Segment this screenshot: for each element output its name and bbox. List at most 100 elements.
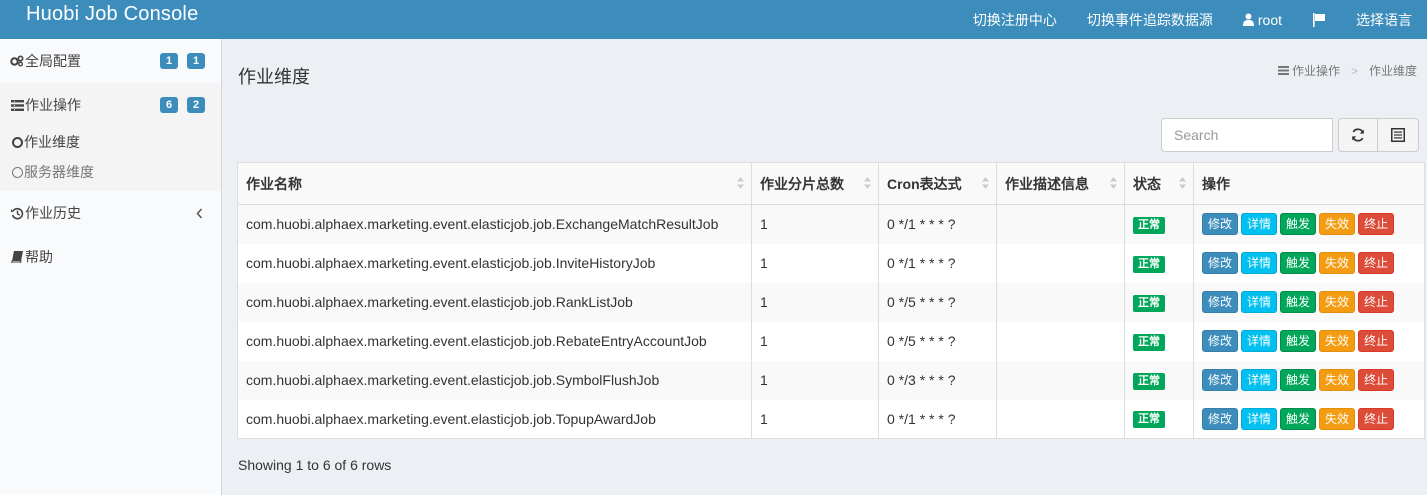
disable-button[interactable]: 失效 [1319, 252, 1356, 274]
column-header-job-name[interactable]: 作业名称 [237, 162, 752, 205]
shutdown-button[interactable]: 终止 [1358, 369, 1395, 391]
cron-cell: 0 */1 * * * ? [878, 204, 997, 244]
trigger-button[interactable]: 触发 [1280, 291, 1317, 313]
badge-group: 6 2 [160, 97, 205, 113]
detail-button[interactable]: 详情 [1241, 213, 1278, 236]
detail-button[interactable]: 详情 [1241, 291, 1278, 313]
status-badge: 正常 [1133, 372, 1165, 390]
trigger-button[interactable]: 触发 [1280, 213, 1317, 236]
edit-button[interactable]: 修改 [1202, 407, 1239, 430]
switch-datasource-link[interactable]: 切换事件追踪数据源 [1072, 10, 1228, 30]
refresh-button[interactable] [1338, 118, 1378, 152]
shutdown-button[interactable]: 终止 [1358, 252, 1395, 274]
disable-button[interactable]: 失效 [1319, 369, 1356, 391]
shard-total-cell: 1 [751, 399, 879, 439]
switch-registry-link[interactable]: 切换注册中心 [958, 10, 1072, 30]
status-badge: 正常 [1133, 411, 1165, 429]
top-navbar: Huobi Job Console 切换注册中心 切换事件追踪数据源 root … [0, 0, 1427, 39]
cron-cell: 0 */5 * * * ? [878, 282, 997, 322]
flag-link[interactable] [1297, 12, 1341, 27]
sort-icon [737, 177, 744, 189]
trigger-button[interactable]: 触发 [1280, 369, 1317, 391]
shutdown-button[interactable]: 终止 [1358, 330, 1395, 352]
trigger-button[interactable]: 触发 [1280, 330, 1317, 352]
breadcrumb: 作业操作 > 作业维度 [1277, 62, 1417, 79]
shutdown-button[interactable]: 终止 [1358, 407, 1395, 430]
pagination-info: Showing 1 to 6 of 6 rows [238, 457, 392, 473]
breadcrumb-separator: > [1350, 63, 1358, 78]
edit-button[interactable]: 修改 [1202, 213, 1239, 236]
sidebar-item-label: 作业维度 [24, 134, 80, 150]
status-cell: 正常 [1124, 360, 1194, 400]
detail-button[interactable]: 详情 [1241, 330, 1278, 352]
history-icon [10, 206, 24, 220]
disable-button[interactable]: 失效 [1319, 291, 1356, 313]
app-brand[interactable]: Huobi Job Console [26, 3, 198, 26]
shutdown-button[interactable]: 终止 [1358, 213, 1395, 236]
column-header-label: 操作 [1202, 175, 1230, 192]
language-select[interactable]: 选择语言 [1341, 10, 1427, 30]
column-header-shard-total[interactable]: 作业分片总数 [751, 162, 879, 205]
columns-toggle-button[interactable] [1377, 118, 1419, 152]
shard-total-cell: 1 [751, 243, 879, 283]
disable-button[interactable]: 失效 [1319, 330, 1356, 352]
status-cell: 正常 [1124, 282, 1194, 322]
refresh-icon [1352, 128, 1364, 142]
status-badge: 正常 [1133, 255, 1165, 273]
tasks-icon [10, 98, 24, 112]
sidebar-item-job-dimension[interactable]: 作业维度 [0, 127, 221, 157]
user-name: root [1257, 11, 1282, 28]
table-row: com.huobi.alphaex.marketing.event.elasti… [237, 321, 1425, 361]
table-row: com.huobi.alphaex.marketing.event.elasti… [237, 399, 1425, 439]
shard-total-cell: 1 [751, 282, 879, 322]
status-cell: 正常 [1124, 243, 1194, 283]
column-header-cron[interactable]: Cron表达式 [878, 162, 997, 205]
sidebar-item-server-dimension[interactable]: 服务器维度 [0, 157, 221, 187]
sort-icon [982, 177, 989, 189]
shutdown-button[interactable]: 终止 [1358, 291, 1395, 313]
job-name-cell: com.huobi.alphaex.marketing.event.elasti… [237, 204, 752, 244]
column-header-label: 作业描述信息 [1005, 175, 1089, 192]
circle-icon [12, 166, 23, 178]
table-header-row: 作业名称 作业分片总数 Cron表达式 作业描述信息 状态 操作 [237, 162, 1425, 205]
sidebar-item-global-config[interactable]: 全局配置 1 1 [0, 39, 221, 83]
sidebar-item-job-history[interactable]: 作业历史 [0, 191, 221, 235]
job-name-cell: com.huobi.alphaex.marketing.event.elasti… [237, 360, 752, 400]
edit-button[interactable]: 修改 [1202, 252, 1239, 274]
trigger-button[interactable]: 触发 [1280, 252, 1317, 274]
disable-button[interactable]: 失效 [1319, 213, 1356, 236]
user-menu[interactable]: root [1228, 12, 1297, 28]
switch-datasource-label: 切换事件追踪数据源 [1086, 11, 1213, 28]
job-name-cell: com.huobi.alphaex.marketing.event.elasti… [237, 243, 752, 283]
table-row: com.huobi.alphaex.marketing.event.elasti… [237, 204, 1425, 244]
disable-button[interactable]: 失效 [1319, 407, 1356, 430]
breadcrumb-parent[interactable]: 作业操作 [1292, 62, 1340, 79]
circle-icon [12, 136, 23, 148]
actions-cell: 修改 详情 触发 失效 终止 [1193, 282, 1425, 322]
description-cell [996, 282, 1125, 322]
edit-button[interactable]: 修改 [1202, 369, 1239, 391]
columns-icon [1391, 128, 1405, 142]
column-header-label: 作业名称 [246, 175, 302, 192]
edit-button[interactable]: 修改 [1202, 330, 1239, 352]
sort-icon [1110, 177, 1117, 189]
trigger-button[interactable]: 触发 [1280, 407, 1317, 430]
detail-button[interactable]: 详情 [1241, 369, 1278, 391]
column-header-description[interactable]: 作业描述信息 [996, 162, 1125, 205]
status-cell: 正常 [1124, 321, 1194, 361]
flag-icon [1313, 12, 1325, 27]
actions-cell: 修改 详情 触发 失效 终止 [1193, 360, 1425, 400]
search-input[interactable] [1161, 118, 1333, 152]
breadcrumb-current: 作业维度 [1368, 64, 1417, 78]
detail-button[interactable]: 详情 [1241, 252, 1278, 274]
detail-button[interactable]: 详情 [1241, 407, 1278, 430]
actions-cell: 修改 详情 触发 失效 终止 [1193, 204, 1425, 244]
sidebar-item-help[interactable]: 帮助 [0, 235, 221, 279]
tasks-icon [1277, 66, 1289, 75]
edit-button[interactable]: 修改 [1202, 291, 1239, 313]
status-cell: 正常 [1124, 204, 1194, 244]
table-row: com.huobi.alphaex.marketing.event.elasti… [237, 360, 1425, 400]
sidebar-item-job-ops[interactable]: 作业操作 6 2 [0, 83, 221, 127]
language-label: 选择语言 [1356, 11, 1412, 28]
column-header-status[interactable]: 状态 [1124, 162, 1194, 205]
